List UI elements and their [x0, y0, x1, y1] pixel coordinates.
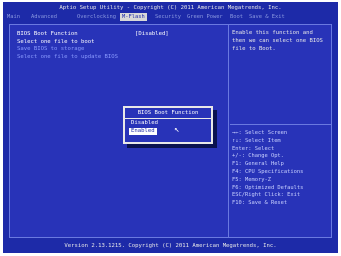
tab-green-power[interactable]: Green Power	[185, 13, 225, 21]
select-file-to-update[interactable]: Select one file to update BIOS	[17, 54, 118, 61]
popup-title: BIOS Boot Function	[137, 110, 199, 116]
key-exit: ESC/Right Click: Exit	[232, 192, 301, 199]
mouse-cursor-icon: ↖	[174, 125, 180, 135]
key-optimized-defaults: F6: Optimized Defaults	[232, 184, 304, 191]
bios-boot-function-label[interactable]: BIOS Boot Function	[17, 31, 78, 38]
key-general-help: F1: General Help	[232, 161, 284, 168]
key-cpu-spec: F4: CPU Specifications	[232, 168, 304, 175]
tab-advanced[interactable]: Advanced	[29, 13, 59, 21]
key-enter: Enter: Select	[232, 145, 275, 152]
header-title: Aptio Setup Utility - Copyright (C) 2011…	[59, 5, 282, 11]
help-text: Enable this function and then we can sel…	[232, 30, 323, 52]
tab-m-flash[interactable]: M-Flash	[120, 13, 147, 21]
popup-divider	[125, 118, 211, 119]
key-change-opt: +/-: Change Opt.	[232, 153, 284, 160]
bios-boot-function-popup: BIOS Boot Function Disabled Enabled	[123, 106, 213, 144]
popup-option-disabled[interactable]: Disabled	[129, 120, 160, 127]
help-divider	[230, 124, 331, 125]
key-save-reset: F10: Save & Reset	[232, 200, 288, 207]
tab-boot[interactable]: Boot	[228, 13, 245, 21]
tab-save-exit[interactable]: Save & Exit	[247, 13, 287, 21]
key-select-item: ↑↓: Select Item	[232, 137, 281, 144]
tab-bar: Main Advanced Overclocking M-Flash Secur…	[3, 13, 338, 21]
select-file-to-boot[interactable]: Select one file to boot	[17, 39, 94, 46]
footer-version: Version 2.13.1215. Copyright (C) 2011 Am…	[64, 243, 277, 249]
tab-security[interactable]: Security	[153, 13, 183, 21]
bios-screen: Aptio Setup Utility - Copyright (C) 2011…	[3, 2, 338, 253]
tab-overclocking[interactable]: Overclocking	[75, 13, 118, 21]
popup-option-enabled[interactable]: Enabled	[129, 128, 157, 135]
key-legend: →←: Select Screen ↑↓: Select Item Enter:…	[232, 130, 330, 208]
key-select-screen: →←: Select Screen	[232, 130, 288, 136]
save-bios-to-storage[interactable]: Save BIOS to storage	[17, 46, 84, 53]
tab-main[interactable]: Main	[5, 13, 22, 21]
key-memory-z: F5: Memory-Z	[232, 176, 271, 183]
bios-boot-function-value[interactable]: [Disabled]	[135, 31, 169, 37]
